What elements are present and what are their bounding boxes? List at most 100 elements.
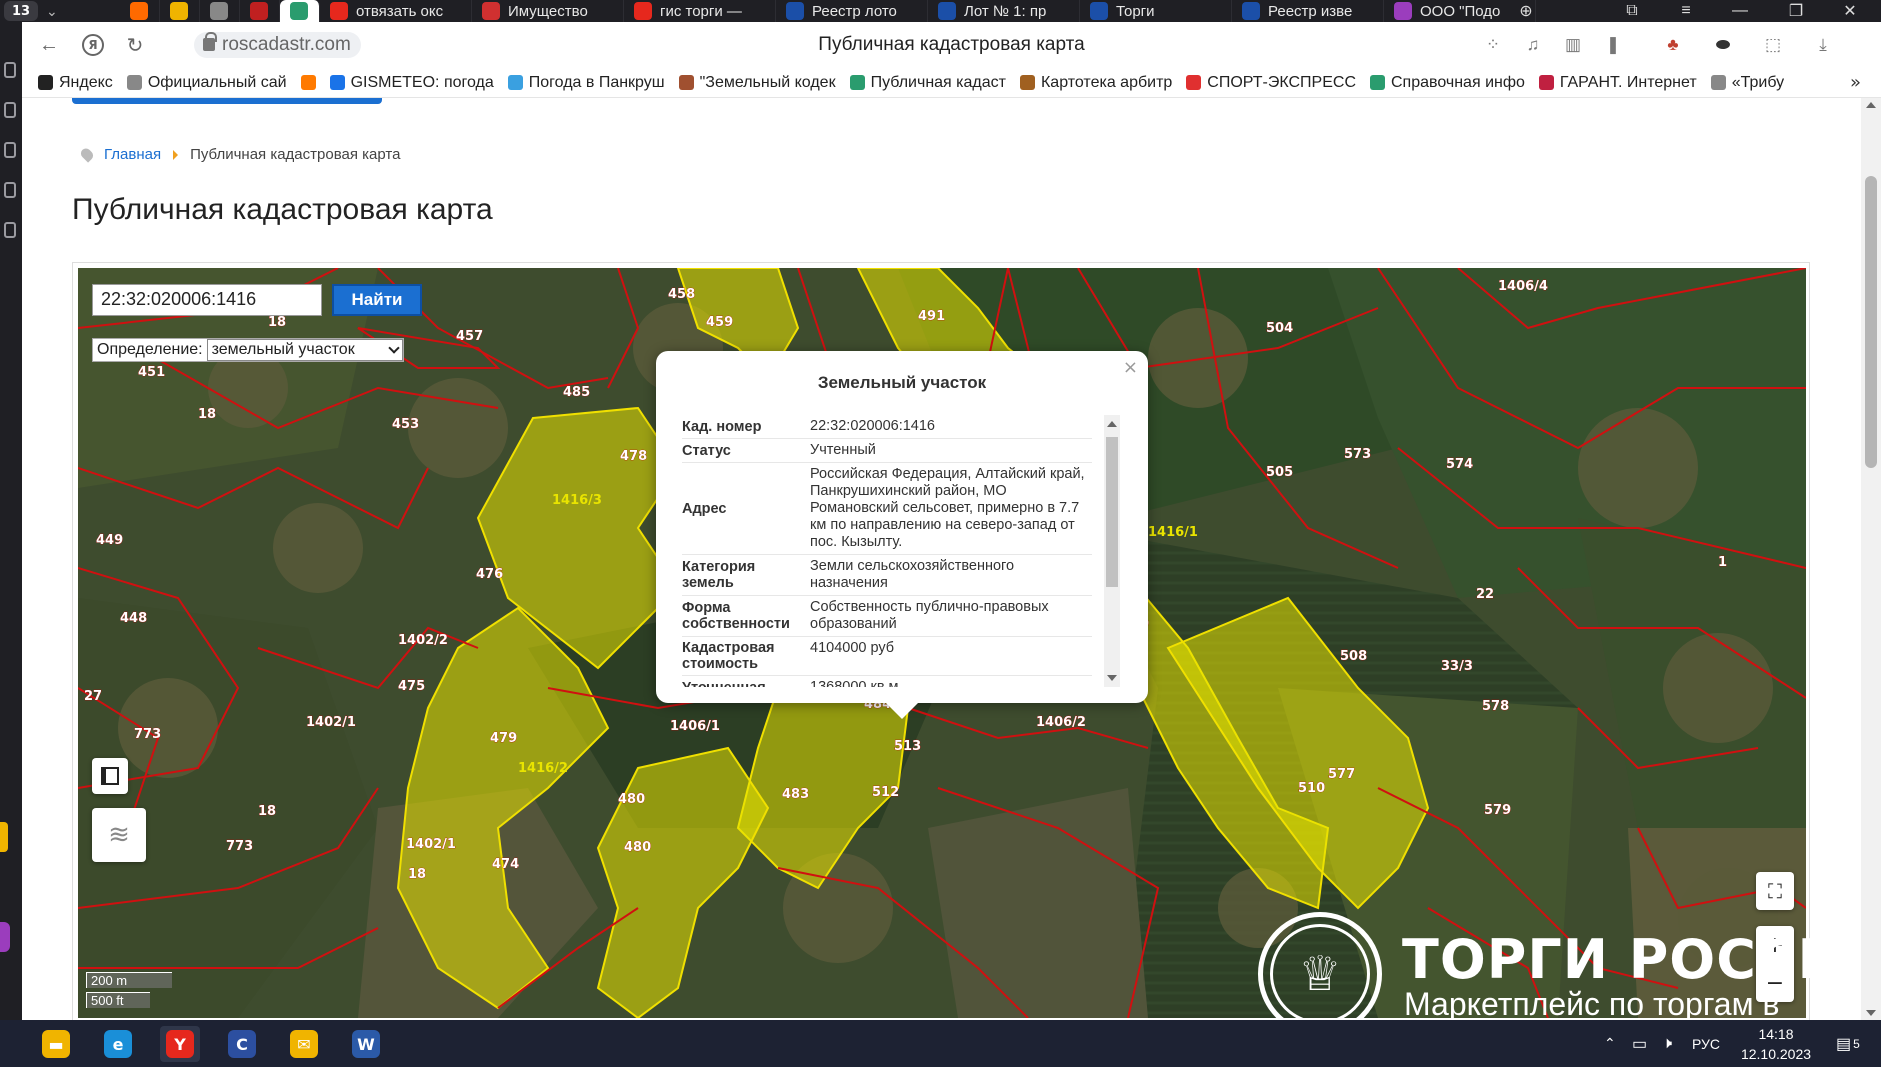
popup-attribute-key: Статус [682,442,731,459]
bookmark-item[interactable]: Картотека арбитр [1019,74,1172,92]
alice-icon[interactable] [0,922,10,952]
browser-tab[interactable] [280,0,320,22]
extension-icon[interactable]: ⬬ [1712,35,1734,55]
map-icon [101,767,119,785]
taskbar-app[interactable]: W [346,1026,386,1062]
bookmark-label: Яндекс [59,73,113,91]
cadastral-number-input[interactable]: 22:32:020006:1416 [92,284,322,316]
torgi-icon [786,2,804,20]
parcel-number-label: 18 [408,867,426,882]
bookmark-item[interactable]: Официальный сай [126,74,287,92]
browser-tab[interactable]: Лот № 1: пр [928,0,1080,22]
bookmark-item[interactable]: «Трибу [1710,74,1784,92]
taskbar-app[interactable]: ✉ [284,1026,324,1062]
minimize-button[interactable]: — [1720,0,1760,22]
browser-tab[interactable] [240,0,280,22]
bookmark-item[interactable]: Справочная инфо [1370,74,1525,92]
scroll-down-icon[interactable] [1107,675,1117,681]
bookmark-item[interactable]: ГАРАНТ. Интернет [1538,74,1697,92]
definition-select[interactable]: земельный участок [206,339,403,361]
bookmark-icon[interactable]: ❚ [1602,35,1624,55]
popup-attribute-row: Кад. номер 22:32:020006:1416 [682,415,1092,439]
browser-tab[interactable]: Реестр лото [776,0,928,22]
sidebar-icon[interactable] [4,62,16,78]
breadcrumb-home-link[interactable]: Главная [104,146,161,163]
taskbar-app[interactable]: Y [160,1026,200,1062]
tab-count-badge[interactable]: 13 [4,1,38,21]
tab-group: 13 ⌄ [4,1,58,21]
sidebar-icon[interactable] [4,102,16,118]
page-scrollbar[interactable] [1861,98,1881,1020]
layers-button[interactable]: ≋ [92,808,146,862]
browser-tab[interactable]: Торги [1080,0,1232,22]
parcel-number-label: 491 [918,309,945,324]
new-tab-button[interactable]: ⊕ [1506,0,1546,22]
torgi-icon [1242,2,1260,20]
clock-date: 12.10.2023 [1740,1046,1812,1062]
bookmark-item[interactable] [300,75,316,90]
browser-tab[interactable]: Имущество [472,0,624,22]
cadastral-map[interactable]: 1845745118453485478458459491497496490504… [78,268,1806,1018]
popup-attribute-value: Российская Федерация, Алтайский край, Па… [810,466,1085,550]
browser-tab[interactable] [160,0,200,22]
popup-attribute-key: Кад. номер [682,418,762,435]
browser-tab[interactable]: отвязать окс [320,0,472,22]
sidebar-icon[interactable] [4,182,16,198]
download-icon[interactable]: ⤓ [1812,35,1834,55]
close-window-button[interactable]: ✕ [1830,0,1870,22]
clock[interactable]: 14:18 12.10.2023 [1740,1024,1812,1064]
parcel-number-label: 33/3 [1441,659,1473,674]
browser-tab[interactable] [200,0,240,22]
bookmark-favicon-icon [1019,75,1035,90]
scroll-down-icon[interactable] [1866,1010,1876,1016]
notification-count: 5 [1853,1036,1860,1051]
taskbar-app[interactable]: e [98,1026,138,1062]
header-button-edge[interactable] [72,98,382,104]
headphones-icon[interactable]: ♫ [1522,35,1544,55]
parcel-number-label: 474 [492,857,519,872]
parcel-number-label: 508 [1340,649,1367,664]
chevron-down-icon[interactable]: ⌄ [46,3,58,20]
network-icon[interactable]: ▭ [1632,1020,1647,1067]
browser-tab-label: отвязать окс [356,2,444,20]
basemap-toggle-button[interactable] [92,758,128,794]
menu-icon[interactable]: ≡ [1666,0,1706,22]
apps-icon[interactable]: ⁘ [1482,35,1504,55]
bookmark-item[interactable]: Яндекс [38,74,113,92]
popup-scrollbar-thumb[interactable] [1106,437,1118,587]
more-bookmarks-button[interactable]: » [1850,72,1861,93]
taskbar-app[interactable]: C [222,1026,262,1062]
reader-icon[interactable]: ▥ [1562,35,1584,55]
parcel-number-label: 512 [872,785,899,800]
volume-muted-icon[interactable]: 🕨 [1662,1020,1672,1067]
scroll-up-icon[interactable] [1107,421,1117,427]
notifications-icon[interactable]: ▤ 5 [1836,1020,1860,1067]
browser-tab-label: гис торги — [660,2,742,20]
bookmark-item[interactable]: СПОРТ-ЭКСПРЕСС [1186,74,1356,92]
show-hidden-icons-button[interactable]: ⌃ [1604,1020,1616,1067]
restore-button[interactable]: ❐ [1776,0,1816,22]
sidebar-icon[interactable] [4,222,16,238]
popup-scrollbar[interactable] [1104,415,1120,687]
browser-tab[interactable]: Реестр изве [1232,0,1384,22]
bookmark-item[interactable]: "Земельный кодек [678,73,836,92]
extension-icon[interactable]: ♣ [1662,35,1684,55]
fullscreen-button[interactable]: ⛶ [1756,872,1794,910]
sidebar-widget-icon[interactable] [0,822,8,852]
tab-manager-icon[interactable]: ⧉ [1612,0,1652,22]
bookmark-item[interactable]: Публичная кадаст [849,74,1006,92]
collections-icon[interactable]: ⬚ [1762,35,1784,55]
search-button[interactable]: Найти [332,284,422,316]
parcel-number-label: 479 [490,731,517,746]
scrollbar-thumb[interactable] [1865,176,1877,468]
torgi-rossii-logo: ♕ [1258,912,1382,1036]
bookmark-item[interactable]: GISMETEO: погода [329,74,494,92]
browser-tab[interactable] [120,0,160,22]
bookmark-item[interactable]: Погода в Панкруш [507,74,665,92]
sidebar-icon[interactable] [4,142,16,158]
scroll-up-icon[interactable] [1866,102,1876,108]
bookmark-label: "Земельный кодек [699,73,836,91]
language-indicator[interactable]: РУС [1692,1020,1720,1067]
taskbar-app[interactable]: ▬ [36,1026,76,1062]
browser-tab[interactable]: гис торги — [624,0,776,22]
